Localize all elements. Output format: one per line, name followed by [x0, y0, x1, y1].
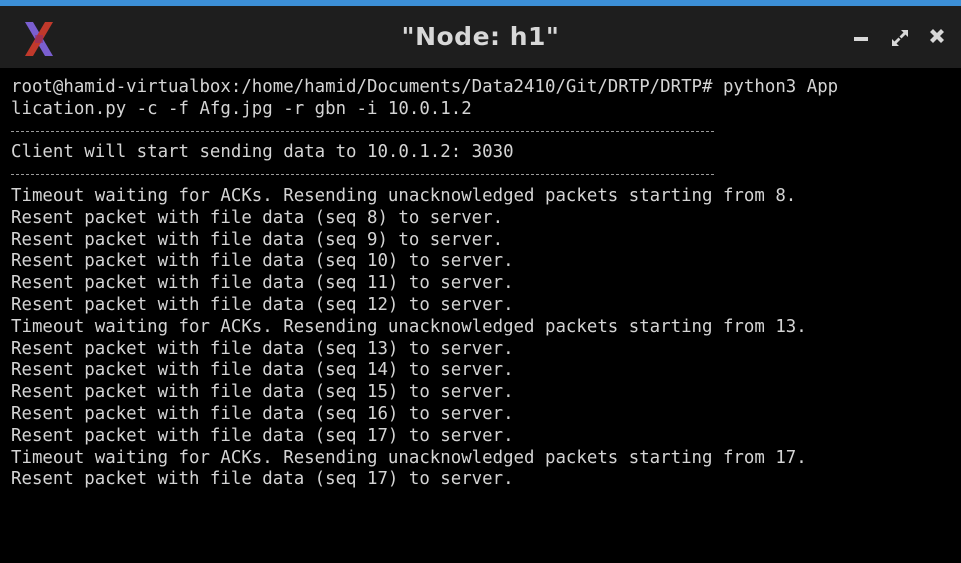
separator-line	[11, 164, 961, 186]
title-bar[interactable]: "Node: h1"	[0, 0, 961, 68]
terminal-window: "Node: h1" root@hamid-virtualbox:/home/h…	[0, 0, 961, 563]
window-title: "Node: h1"	[401, 22, 560, 51]
minimize-icon[interactable]	[850, 26, 874, 50]
output-line: Resent packet with file data (seq 11) to…	[11, 273, 514, 294]
output-line: Resent packet with file data (seq 12) to…	[11, 294, 514, 315]
command-line: root@hamid-virtualbox:/home/hamid/Docume…	[11, 77, 839, 97]
output-line: Resent packet with file data (seq 8) to …	[11, 207, 504, 228]
output-line: Resent packet with file data (seq 10) to…	[11, 251, 514, 272]
output-line: Timeout waiting for ACKs. Resending unac…	[11, 447, 807, 468]
output-line: Resent packet with file data (seq 13) to…	[11, 338, 514, 359]
client-start-message: Client will start sending data to 10.0.1…	[11, 142, 514, 163]
output-line: Resent packet with file data (seq 17) to…	[11, 469, 514, 490]
maximize-icon[interactable]	[888, 26, 912, 50]
output-line: Resent packet with file data (seq 16) to…	[11, 403, 514, 424]
output-line: Resent packet with file data (seq 17) to…	[11, 425, 514, 446]
command-line-continued: lication.py -c -f Afg.jpg -r gbn -i 10.0…	[11, 98, 472, 119]
separator-line	[11, 121, 961, 143]
terminal-output[interactable]: root@hamid-virtualbox:/home/hamid/Docume…	[0, 68, 961, 563]
output-line: Resent packet with file data (seq 9) to …	[11, 229, 504, 250]
output-line: Timeout waiting for ACKs. Resending unac…	[11, 316, 807, 337]
close-icon[interactable]	[925, 26, 949, 50]
output-line: Timeout waiting for ACKs. Resending unac…	[11, 185, 797, 206]
output-line: Resent packet with file data (seq 15) to…	[11, 382, 514, 403]
output-line: Resent packet with file data (seq 14) to…	[11, 360, 514, 381]
